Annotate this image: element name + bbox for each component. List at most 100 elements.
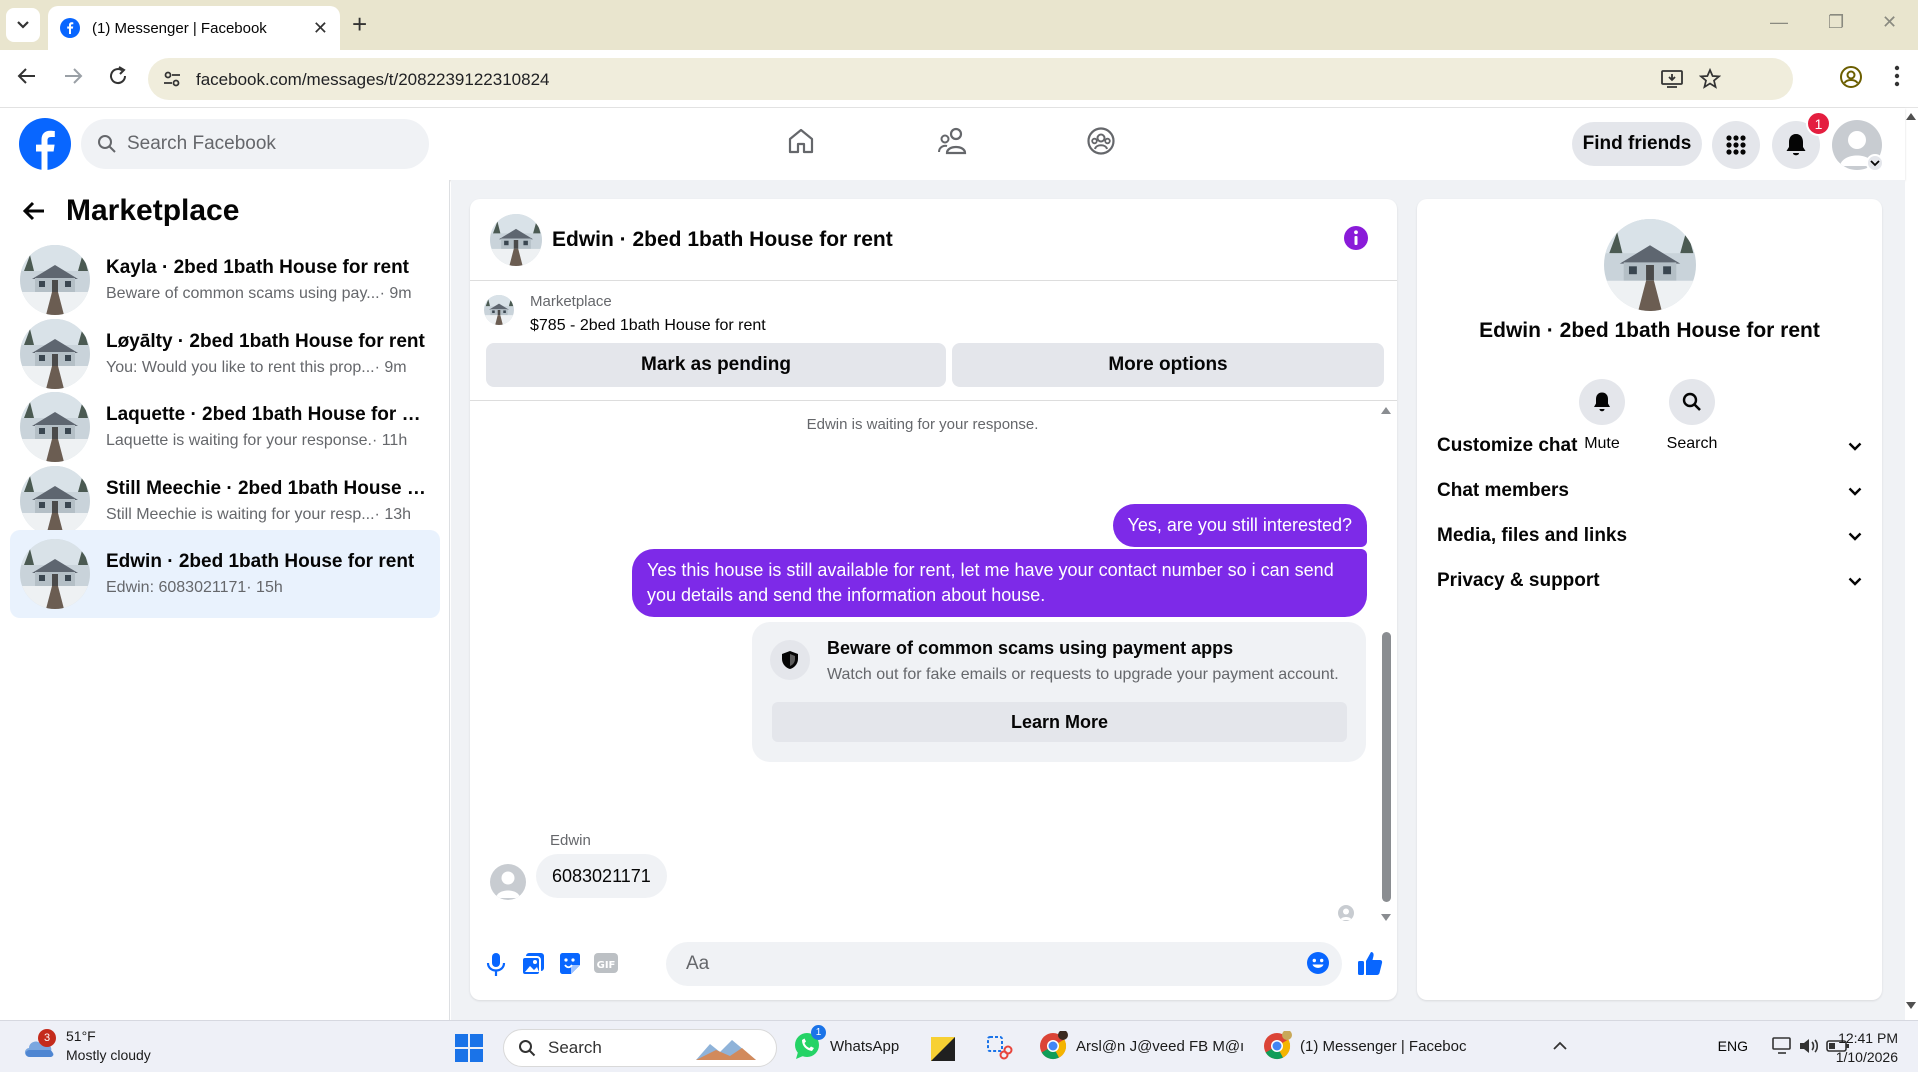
gif-icon[interactable]: GIF — [593, 951, 619, 975]
search-in-chat-button[interactable] — [1669, 379, 1715, 425]
conversation-time: · 15h — [246, 579, 283, 596]
weather-description: Mostly cloudy — [66, 1047, 151, 1063]
search-icon — [1682, 392, 1701, 411]
kebab-menu-icon[interactable] — [1894, 64, 1900, 88]
tab-title: (1) Messenger | Facebook — [92, 19, 267, 37]
more-options-button[interactable]: More options — [952, 343, 1384, 387]
find-friends-button[interactable]: Find friends — [1572, 122, 1702, 166]
details-section-row[interactable]: Chat members — [1437, 471, 1862, 511]
message-composer: GIF Aa — [470, 939, 1397, 1000]
details-section-row[interactable]: Media, files and links — [1437, 516, 1862, 556]
install-app-icon[interactable] — [1661, 69, 1683, 89]
taskbar-app-chrome-1[interactable]: Arsl@n J@veed FB M@ı — [1038, 1031, 1244, 1061]
chat-header[interactable]: Edwin · 2bed 1bath House for rent — [470, 199, 1397, 281]
network-icon[interactable] — [1772, 1036, 1794, 1056]
details-avatar[interactable] — [1604, 219, 1696, 311]
taskbar-app-chrome-2[interactable]: (1) Messenger | Faceboc — [1262, 1031, 1466, 1061]
details-section-row[interactable]: Privacy & support — [1437, 561, 1862, 601]
forward-arrow-icon[interactable] — [62, 65, 84, 87]
mute-button[interactable] — [1579, 379, 1625, 425]
taskbar-app-whatsapp[interactable]: 1 WhatsApp — [792, 1025, 900, 1061]
info-icon[interactable] — [1343, 225, 1369, 251]
chevron-down-icon — [17, 21, 29, 29]
conversation-text: Løyālty · 2bed 1bath House for rent You: … — [106, 331, 426, 377]
page-scroll-down-icon[interactable] — [1906, 1002, 1916, 1010]
conversation-time: · 9m — [379, 285, 412, 302]
groups-icon[interactable] — [1086, 126, 1116, 156]
chat-panel: Edwin · 2bed 1bath House for rent Market… — [470, 199, 1397, 1000]
sticky-notes-icon[interactable] — [930, 1036, 956, 1062]
sender-avatar[interactable] — [490, 864, 526, 900]
conversation-name: Kayla · 2bed 1bath House for rent — [106, 257, 410, 278]
menu-button[interactable] — [1712, 121, 1760, 169]
page-scroll-up-icon[interactable] — [1906, 112, 1916, 120]
listing-thumbnail[interactable] — [484, 295, 514, 325]
friends-icon[interactable] — [937, 126, 969, 156]
home-icon[interactable] — [786, 126, 816, 156]
details-name: Edwin · 2bed 1bath House for rent — [1479, 319, 1820, 342]
conversation-item[interactable]: Edwin · 2bed 1bath House for rent Edwin: … — [10, 530, 440, 618]
back-arrow-icon[interactable] — [22, 200, 46, 222]
snipping-tool-icon[interactable] — [985, 1034, 1013, 1062]
thumbs-up-icon[interactable] — [1356, 949, 1384, 977]
address-bar[interactable]: facebook.com/messages/t/2082239122310824 — [148, 58, 1793, 100]
reload-icon[interactable] — [107, 65, 129, 87]
conversation-text: Still Meechie · 2bed 1bath House f... Sti… — [106, 478, 426, 524]
conversation-avatar — [20, 465, 90, 536]
taskbar-search[interactable]: Search — [503, 1029, 777, 1067]
listing-source: Marketplace — [530, 293, 612, 310]
conversation-text: Edwin · 2bed 1bath House for rent Edwin: … — [106, 551, 426, 597]
close-window-icon[interactable]: ✕ — [1882, 12, 1897, 33]
search-placeholder: Search Facebook — [127, 133, 276, 154]
scroll-down-icon[interactable] — [1381, 914, 1391, 922]
chat-title[interactable]: Edwin · 2bed 1bath House for rent — [552, 228, 893, 252]
learn-more-button[interactable]: Learn More — [772, 702, 1347, 742]
incoming-message[interactable]: 6083021171 — [536, 854, 667, 898]
scroll-thumb[interactable] — [1382, 632, 1391, 902]
message-input[interactable]: Aa — [666, 942, 1342, 986]
chrome-profile-icon[interactable] — [1839, 65, 1863, 89]
facebook-search-input[interactable]: Search Facebook — [81, 119, 429, 169]
outgoing-message[interactable]: Yes this house is still available for re… — [632, 549, 1367, 617]
details-section-label: Chat members — [1437, 480, 1569, 501]
restore-icon[interactable]: ❐ — [1828, 12, 1844, 33]
chat-avatar[interactable] — [490, 213, 542, 266]
conversation-preview-row: Beware of common scams using pay... · 9m — [106, 285, 426, 303]
url-text[interactable]: facebook.com/messages/t/2082239122310824 — [196, 70, 549, 90]
site-settings-icon[interactable] — [162, 69, 182, 89]
whatsapp-label: WhatsApp — [830, 1037, 900, 1055]
conversation-time: · 11h — [371, 432, 408, 449]
tab-search-button[interactable] — [6, 8, 40, 42]
conversation-avatar — [20, 392, 90, 462]
conversation-preview: You: Would you like to rent this prop... — [106, 358, 375, 376]
browser-toolbar: facebook.com/messages/t/2082239122310824 — [0, 50, 1918, 108]
listing-title[interactable]: $785 - 2bed 1bath House for rent — [530, 317, 766, 335]
microphone-icon[interactable] — [486, 951, 506, 977]
browser-tab[interactable]: (1) Messenger | Facebook ✕ — [48, 6, 340, 50]
chevron-down-icon — [1848, 577, 1862, 586]
search-icon — [519, 1040, 536, 1057]
close-tab-icon[interactable]: ✕ — [313, 18, 328, 39]
minimize-icon[interactable]: — — [1770, 12, 1788, 33]
chevron-up-icon[interactable] — [1553, 1041, 1567, 1051]
facebook-logo-icon[interactable] — [19, 118, 71, 170]
new-tab-button[interactable]: + — [352, 10, 367, 38]
details-section-row[interactable]: Customize chat — [1437, 426, 1862, 466]
input-language[interactable]: ENG — [1718, 1038, 1748, 1054]
clock[interactable]: 12:41 PM 1/10/2026 — [1808, 1029, 1898, 1067]
bookmark-star-icon[interactable] — [1699, 68, 1721, 90]
conversation-avatar — [20, 245, 90, 315]
emoji-icon[interactable] — [1306, 951, 1330, 975]
back-arrow-icon[interactable] — [16, 65, 38, 87]
sticker-icon[interactable] — [557, 951, 583, 977]
scroll-up-icon[interactable] — [1381, 406, 1391, 414]
browser-tab-bar: (1) Messenger | Facebook ✕ + — ❐ ✕ — [0, 0, 1918, 50]
account-caret[interactable] — [1866, 154, 1884, 172]
mark-as-pending-button[interactable]: Mark as pending — [486, 343, 946, 387]
photo-icon[interactable] — [520, 951, 546, 977]
message-thread[interactable]: Edwin is waiting for your response. Yes,… — [470, 402, 1397, 932]
message-scrollbar[interactable] — [1379, 402, 1393, 922]
chrome-icon — [1038, 1031, 1068, 1061]
windows-start-icon[interactable] — [455, 1034, 483, 1062]
outgoing-message[interactable]: Yes, are you still interested? — [1112, 504, 1367, 547]
